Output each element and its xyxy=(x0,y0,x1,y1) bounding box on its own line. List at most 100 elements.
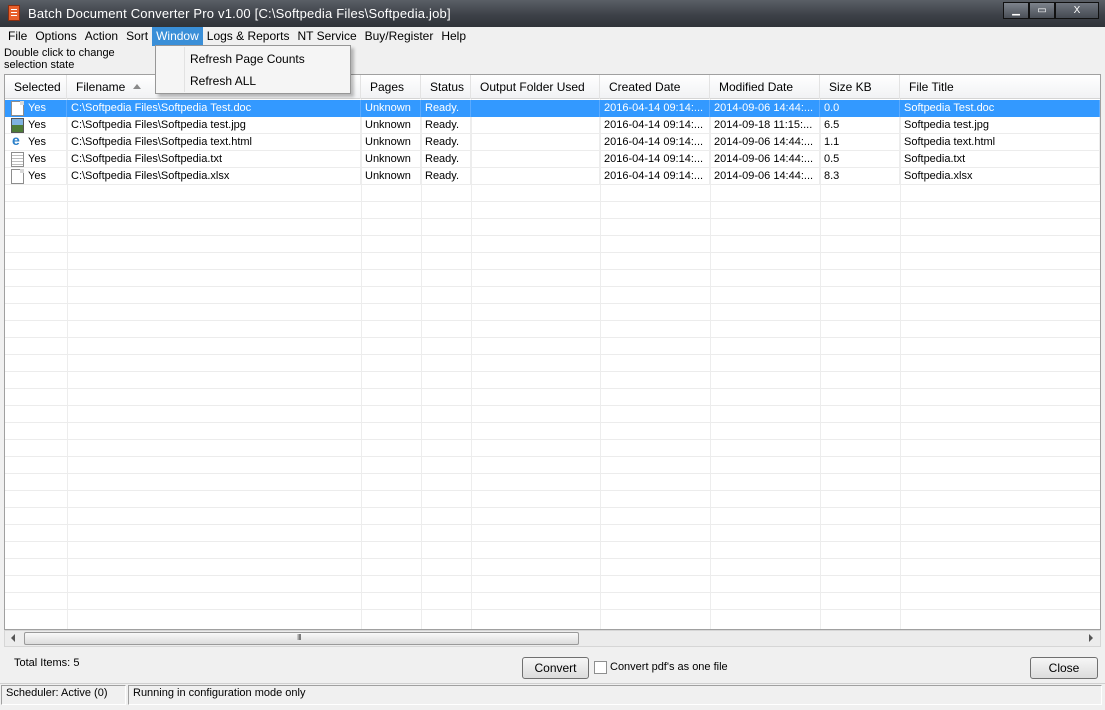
cell-filename: C:\Softpedia Files\Softpedia Test.doc xyxy=(67,100,361,117)
cell-size-kb: 0.0 xyxy=(820,100,900,117)
cell-filename: C:\Softpedia Files\Softpedia test.jpg xyxy=(67,117,361,134)
close-button[interactable]: Close xyxy=(1030,657,1098,679)
menu-logs-reports[interactable]: Logs & Reports xyxy=(203,27,294,46)
table-row[interactable]: Yes C:\Softpedia Files\Softpedia test.jpg… xyxy=(5,117,1100,134)
empty-row xyxy=(5,440,1100,457)
cell-selected: Yes xyxy=(5,134,67,151)
cell-size-kb: 0.5 xyxy=(820,151,900,168)
menu-item-refresh-page-counts[interactable]: Refresh Page Counts xyxy=(190,52,305,66)
scroll-thumb[interactable]: III xyxy=(24,632,579,645)
status-bar: Scheduler: Active (0) Running in configu… xyxy=(0,683,1105,710)
empty-row xyxy=(5,202,1100,219)
cell-file-title: Softpedia text.html xyxy=(900,134,1100,151)
empty-row xyxy=(5,457,1100,474)
empty-row xyxy=(5,355,1100,372)
table-row[interactable]: Yes C:\Softpedia Files\Softpedia Test.doc… xyxy=(5,100,1100,117)
cell-status: Ready. xyxy=(421,117,471,134)
column-header-filename-label: Filename xyxy=(76,80,126,94)
empty-row xyxy=(5,185,1100,202)
selection-hint: Double click to change selection state xyxy=(4,47,115,71)
empty-row xyxy=(5,559,1100,576)
scheduler-status: Scheduler: Active (0) xyxy=(1,685,126,705)
file-grid[interactable]: Selected Filename Pages Status Output Fo… xyxy=(4,74,1101,630)
menu-nt-service[interactable]: NT Service xyxy=(293,27,360,46)
sort-ascending-icon xyxy=(133,84,142,89)
menu-window[interactable]: Window xyxy=(152,27,203,46)
column-header-created-date[interactable]: Created Date xyxy=(600,75,710,99)
cell-modified-date: 2014-09-06 14:44:... xyxy=(710,100,820,117)
scroll-right-icon[interactable] xyxy=(1089,634,1093,642)
close-window-icon[interactable]: X xyxy=(1055,2,1099,19)
column-header-selected[interactable]: Selected xyxy=(5,75,67,99)
selected-value: Yes xyxy=(28,119,46,131)
document-icon xyxy=(11,169,24,184)
horizontal-scrollbar[interactable]: III xyxy=(4,630,1101,647)
table-row[interactable]: Yes C:\Softpedia Files\Softpedia.txt Unkno… xyxy=(5,151,1100,168)
convert-button[interactable]: Convert xyxy=(522,657,589,679)
menu-item-refresh-all[interactable]: Refresh ALL xyxy=(190,74,256,88)
cell-filename: C:\Softpedia Files\Softpedia.xlsx xyxy=(67,168,361,185)
cell-pages: Unknown xyxy=(361,100,421,117)
cell-size-kb: 1.1 xyxy=(820,134,900,151)
selected-value: Yes xyxy=(28,153,46,165)
cell-file-title: Softpedia.xlsx xyxy=(900,168,1100,185)
cell-output-folder xyxy=(471,168,600,185)
menu-gutter xyxy=(184,47,185,92)
html-icon xyxy=(11,134,24,150)
convert-pdf-one-file-label[interactable]: Convert pdf's as one file xyxy=(610,661,728,673)
menu-bar: File Options Action Sort Window Logs & R… xyxy=(4,27,1101,46)
selected-value: Yes xyxy=(28,170,46,182)
window-title: Batch Document Converter Pro v1.00 [C:\S… xyxy=(28,6,451,21)
cell-created-date: 2016-04-14 09:14:... xyxy=(600,134,710,151)
selected-value: Yes xyxy=(28,102,46,114)
window-menu-dropdown: Refresh Page Counts Refresh ALL xyxy=(155,45,351,94)
minimize-icon[interactable]: ▁ xyxy=(1003,2,1029,19)
cell-created-date: 2016-04-14 09:14:... xyxy=(600,168,710,185)
convert-pdf-one-file-checkbox[interactable] xyxy=(594,661,607,674)
cell-pages: Unknown xyxy=(361,151,421,168)
menu-buy-register[interactable]: Buy/Register xyxy=(361,27,438,46)
cell-output-folder xyxy=(471,100,600,117)
empty-row xyxy=(5,525,1100,542)
table-row[interactable]: Yes C:\Softpedia Files\Softpedia text.htm… xyxy=(5,134,1100,151)
empty-row xyxy=(5,219,1100,236)
cell-pages: Unknown xyxy=(361,134,421,151)
empty-row xyxy=(5,372,1100,389)
cell-status: Ready. xyxy=(421,100,471,117)
column-header-modified-date[interactable]: Modified Date xyxy=(710,75,820,99)
empty-row xyxy=(5,593,1100,610)
scroll-left-icon[interactable] xyxy=(11,634,15,642)
menu-file[interactable]: File xyxy=(4,27,31,46)
empty-row xyxy=(5,236,1100,253)
empty-row xyxy=(5,508,1100,525)
menu-sort[interactable]: Sort xyxy=(122,27,152,46)
column-header-status[interactable]: Status xyxy=(421,75,471,99)
cell-selected: Yes xyxy=(5,151,67,168)
column-header-file-title[interactable]: File Title xyxy=(900,75,1100,99)
cell-size-kb: 8.3 xyxy=(820,168,900,185)
empty-row xyxy=(5,576,1100,593)
empty-row xyxy=(5,491,1100,508)
menu-help[interactable]: Help xyxy=(437,27,470,46)
column-header-size-kb[interactable]: Size KB xyxy=(820,75,900,99)
cell-created-date: 2016-04-14 09:14:... xyxy=(600,117,710,134)
cell-created-date: 2016-04-14 09:14:... xyxy=(600,151,710,168)
image-icon xyxy=(11,118,24,133)
scroll-grip: III xyxy=(297,633,302,642)
text-file-icon xyxy=(11,152,24,167)
document-icon xyxy=(11,101,24,116)
cell-status: Ready. xyxy=(421,168,471,185)
menu-options[interactable]: Options xyxy=(31,27,80,46)
total-items: Total Items: 5 xyxy=(14,657,79,669)
column-header-output-folder[interactable]: Output Folder Used xyxy=(471,75,600,99)
cell-filename: C:\Softpedia Files\Softpedia.txt xyxy=(67,151,361,168)
empty-row xyxy=(5,389,1100,406)
column-header-pages[interactable]: Pages xyxy=(361,75,421,99)
empty-row xyxy=(5,287,1100,304)
maximize-icon[interactable]: ▭ xyxy=(1029,2,1055,19)
empty-row xyxy=(5,406,1100,423)
cell-status: Ready. xyxy=(421,134,471,151)
cell-modified-date: 2014-09-06 14:44:... xyxy=(710,134,820,151)
menu-action[interactable]: Action xyxy=(81,27,122,46)
table-row[interactable]: Yes C:\Softpedia Files\Softpedia.xlsx Unkn… xyxy=(5,168,1100,185)
